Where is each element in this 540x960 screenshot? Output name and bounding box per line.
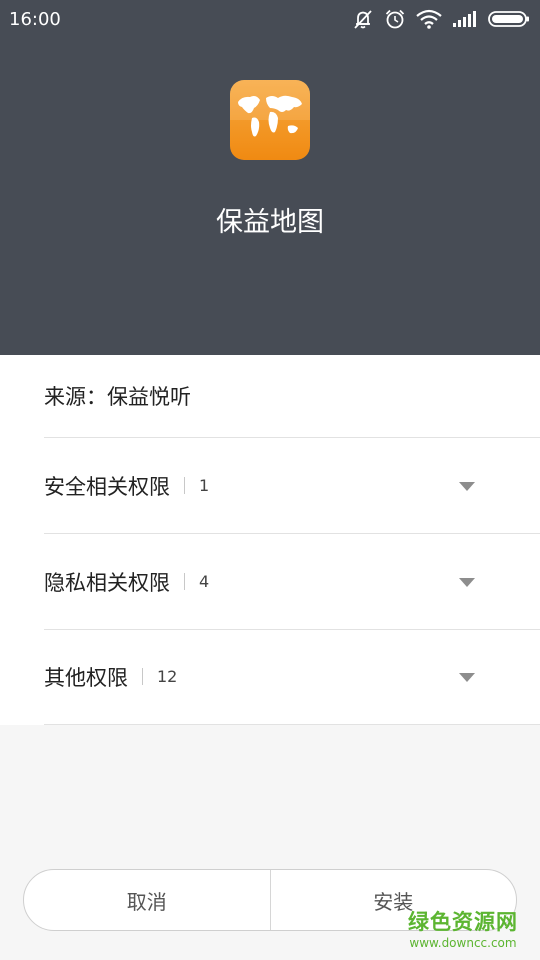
status-bar: 16:00 bbox=[0, 0, 540, 40]
alarm-icon bbox=[385, 9, 405, 29]
battery-icon bbox=[488, 11, 529, 27]
watermark: 绿色资源网 www.downcc.com bbox=[408, 906, 518, 950]
permission-row-privacy[interactable]: 隐私相关权限 4 bbox=[44, 534, 540, 630]
permission-panel: 来源：保益悦听 安全相关权限 1 隐私相关权限 4 其他权限 12 bbox=[0, 355, 540, 725]
divider bbox=[142, 668, 143, 685]
permission-label: 其他权限 bbox=[44, 665, 128, 690]
permission-label: 安全相关权限 bbox=[44, 474, 170, 499]
permission-count: 4 bbox=[199, 572, 210, 591]
chevron-down-icon[interactable] bbox=[459, 672, 475, 682]
permission-count: 12 bbox=[157, 667, 178, 686]
source-label: 来源：保益悦听 bbox=[44, 385, 191, 409]
app-header: 16:00 保益地图 bbox=[0, 0, 540, 355]
permission-label: 隐私相关权限 bbox=[44, 570, 170, 595]
status-icons bbox=[352, 8, 530, 30]
bell-off-icon bbox=[354, 10, 372, 29]
status-time: 16:00 bbox=[9, 9, 61, 30]
source-row: 来源：保益悦听 bbox=[44, 355, 540, 438]
wifi-icon bbox=[416, 9, 442, 29]
permission-row-other[interactable]: 其他权限 12 bbox=[44, 629, 540, 725]
watermark-title: 绿色资源网 bbox=[408, 910, 518, 934]
permission-row-security[interactable]: 安全相关权限 1 bbox=[44, 438, 540, 534]
divider bbox=[184, 477, 185, 494]
app-name: 保益地图 bbox=[216, 207, 324, 238]
cancel-button[interactable]: 取消 bbox=[24, 870, 270, 930]
chevron-down-icon[interactable] bbox=[459, 481, 475, 491]
permission-count: 1 bbox=[199, 476, 210, 495]
chevron-down-icon[interactable] bbox=[459, 577, 475, 587]
signal-icon bbox=[453, 11, 476, 27]
watermark-url: www.downcc.com bbox=[409, 936, 517, 950]
world-map-icon bbox=[230, 80, 310, 160]
divider bbox=[184, 573, 185, 590]
